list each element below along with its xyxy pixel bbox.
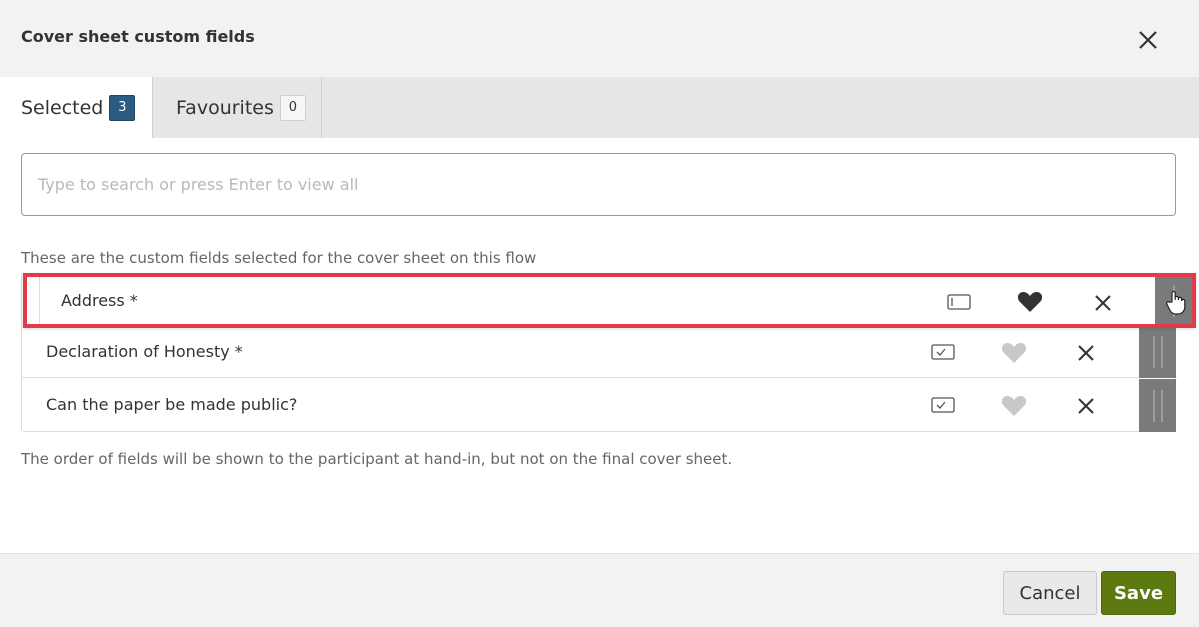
- tab-favourites[interactable]: Favourites 0: [152, 77, 322, 138]
- favourite-heart-icon[interactable]: [1017, 291, 1043, 313]
- remove-field-icon[interactable]: [1076, 396, 1096, 416]
- text-field-icon: [947, 294, 971, 310]
- remove-field-icon[interactable]: [1076, 343, 1096, 363]
- dialog-footer: Cancel Save: [0, 553, 1199, 627]
- field-label: Declaration of Honesty *: [46, 342, 243, 361]
- save-button[interactable]: Save: [1101, 571, 1176, 615]
- tab-favourites-label: Favourites: [176, 96, 274, 119]
- close-button[interactable]: [1134, 26, 1162, 54]
- drag-handle[interactable]: [1139, 326, 1176, 378]
- cover-sheet-dialog: Cover sheet custom fields Selected 3 Fav…: [0, 0, 1199, 627]
- hand-cursor-icon: [1166, 290, 1186, 315]
- field-label: Address *: [61, 291, 138, 310]
- remove-field-icon[interactable]: [1093, 293, 1113, 313]
- drag-handle[interactable]: [1139, 379, 1176, 432]
- favourites-count-badge: 0: [279, 94, 306, 121]
- dialog-header: Cover sheet custom fields: [0, 0, 1199, 77]
- field-row-public: Can the paper be made public?: [22, 379, 1177, 432]
- tab-bar: Selected 3 Favourites 0: [0, 77, 1199, 138]
- favourite-heart-icon[interactable]: [1001, 342, 1027, 364]
- cancel-button[interactable]: Cancel: [1003, 571, 1097, 615]
- dialog-title: Cover sheet custom fields: [21, 27, 255, 46]
- field-row-address-dragging[interactable]: Address *: [23, 273, 1196, 328]
- favourite-heart-icon[interactable]: [1001, 395, 1027, 417]
- intro-text: These are the custom fields selected for…: [21, 249, 537, 267]
- drag-handle[interactable]: [1155, 277, 1192, 324]
- close-icon: [1139, 31, 1157, 49]
- checkbox-field-icon: [931, 344, 955, 360]
- tab-selected[interactable]: Selected 3: [0, 77, 152, 138]
- tab-selected-label: Selected: [21, 96, 104, 119]
- field-label: Can the paper be made public?: [46, 395, 298, 414]
- order-note: The order of fields will be shown to the…: [21, 450, 733, 468]
- row-divider: [39, 277, 40, 324]
- search-input[interactable]: [21, 153, 1176, 216]
- selected-count-badge: 3: [109, 94, 136, 121]
- field-row-declaration: Declaration of Honesty *: [22, 326, 1177, 378]
- checkbox-field-icon: [931, 397, 955, 413]
